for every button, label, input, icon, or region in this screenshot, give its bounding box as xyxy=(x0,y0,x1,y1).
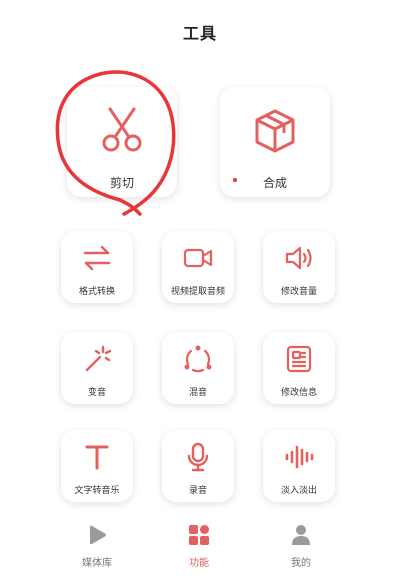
format-convert-card[interactable]: 格式转换 xyxy=(61,231,133,303)
play-icon xyxy=(85,523,109,551)
fade-label: 淡入淡出 xyxy=(280,486,317,496)
tab-media-library-label: 媒体库 xyxy=(82,558,112,569)
text-t-icon xyxy=(81,441,113,477)
extract-audio-card[interactable]: 视频提取音频 xyxy=(162,231,234,303)
microphone-icon xyxy=(182,441,214,477)
bottom-tab-bar: 媒体库 功能 我的 xyxy=(35,515,365,575)
merge-tool-label: 合成 xyxy=(262,176,287,190)
change-volume-card[interactable]: 修改音量 xyxy=(263,231,335,303)
speaker-icon xyxy=(283,242,315,278)
waveform-icon xyxy=(283,441,315,477)
mix-audio-label: 混音 xyxy=(188,388,207,398)
scissors-icon xyxy=(96,105,148,161)
record-label: 录音 xyxy=(188,486,207,496)
swap-arrows-icon xyxy=(81,242,113,278)
merge-tool-card[interactable]: 合成 xyxy=(220,87,330,197)
fade-card[interactable]: 淡入淡出 xyxy=(263,430,335,502)
info-card-icon xyxy=(283,343,315,379)
record-card[interactable]: 录音 xyxy=(162,430,234,502)
edit-info-label: 修改信息 xyxy=(280,388,317,398)
voice-change-label: 变音 xyxy=(87,388,106,398)
page-title: 工具 xyxy=(182,24,217,43)
mix-cycle-icon xyxy=(182,343,214,379)
edit-info-card[interactable]: 修改信息 xyxy=(263,332,335,404)
person-icon xyxy=(289,523,313,551)
magic-wand-icon xyxy=(81,343,113,379)
tab-mine[interactable]: 我的 xyxy=(261,515,341,575)
cube-icon xyxy=(249,105,301,161)
grid-icon xyxy=(187,523,211,551)
text-to-music-card[interactable]: 文字转音乐 xyxy=(61,430,133,502)
cut-tool-card[interactable]: 剪切 xyxy=(67,87,177,197)
tab-mine-label: 我的 xyxy=(291,558,311,569)
format-convert-label: 格式转换 xyxy=(78,287,115,297)
tab-functions-label: 功能 xyxy=(189,558,209,569)
mix-audio-card[interactable]: 混音 xyxy=(162,332,234,404)
extract-audio-label: 视频提取音频 xyxy=(170,287,225,297)
video-camera-icon xyxy=(182,242,214,278)
voice-change-card[interactable]: 变音 xyxy=(61,332,133,404)
text-to-music-label: 文字转音乐 xyxy=(74,486,120,496)
tab-media-library[interactable]: 媒体库 xyxy=(57,515,137,575)
change-volume-label: 修改音量 xyxy=(280,287,317,297)
tab-functions[interactable]: 功能 xyxy=(159,515,239,575)
cut-tool-label: 剪切 xyxy=(109,176,134,190)
